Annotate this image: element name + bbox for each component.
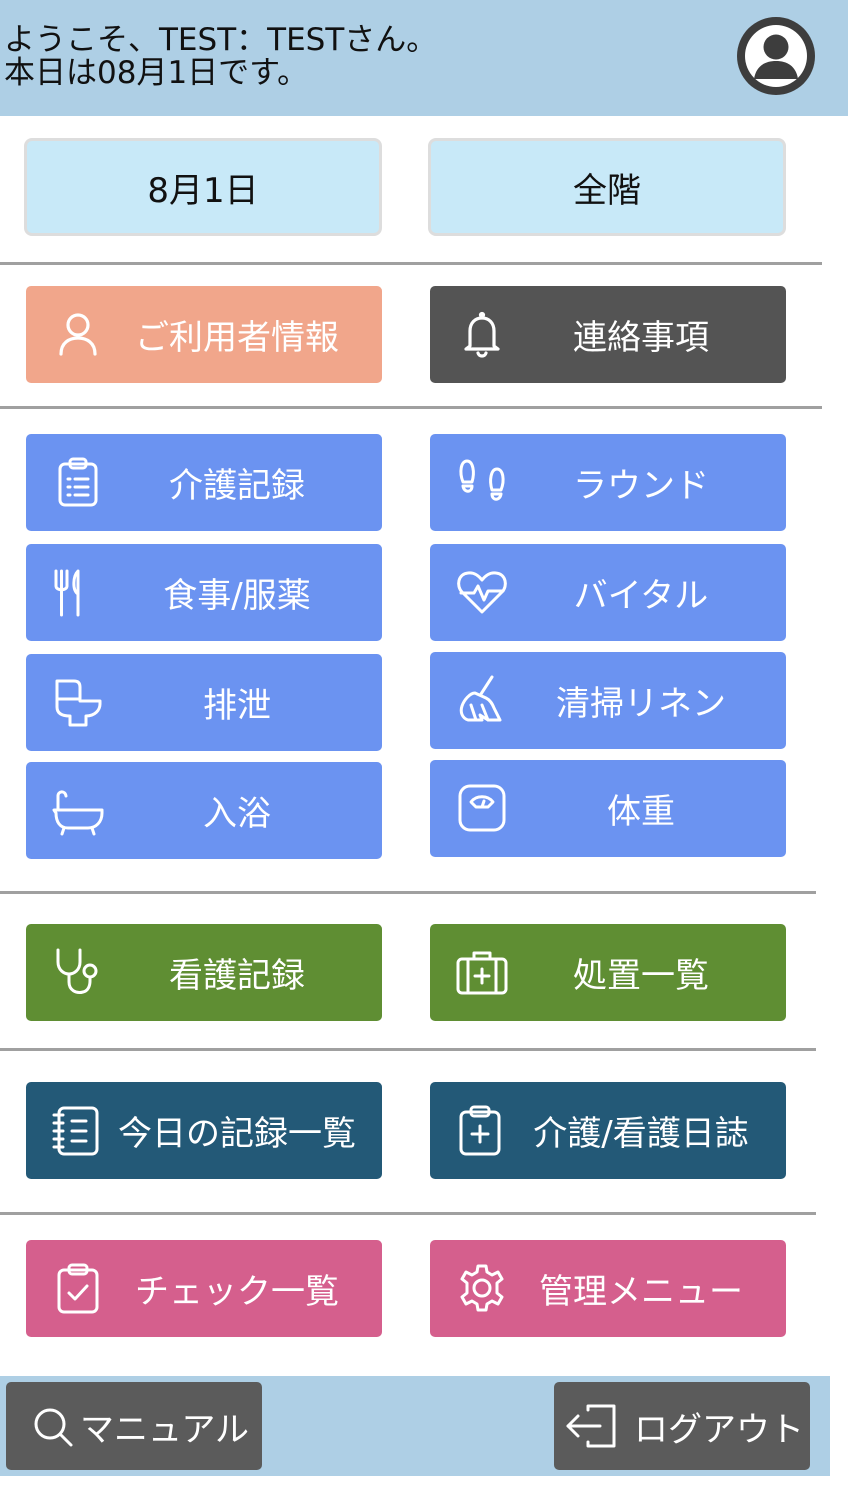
footprints-icon: [454, 454, 510, 510]
care-record-button[interactable]: 介護記録: [26, 434, 382, 531]
divider: [0, 406, 822, 409]
spiral-notebook-icon: [48, 1102, 104, 1158]
weight-label: 体重: [607, 792, 675, 832]
stethoscope-icon: [50, 944, 106, 1000]
clipboard-plus-icon: [452, 1102, 508, 1158]
divider: [0, 262, 822, 265]
clipboard-list-icon: [50, 454, 106, 510]
gear-icon: [454, 1260, 510, 1316]
floor-selector[interactable]: 全階: [428, 138, 786, 236]
heart-pulse-icon: [454, 564, 510, 620]
user-info-button[interactable]: ご利用者情報: [26, 286, 382, 383]
scale-icon: [454, 780, 510, 836]
user-info-label: ご利用者情報: [135, 318, 339, 358]
cleaning-linen-label: 清掃リネン: [556, 684, 726, 724]
check-list-button[interactable]: チェック一覧: [26, 1240, 382, 1337]
round-button[interactable]: ラウンド: [430, 434, 786, 531]
manual-button[interactable]: マニュアル: [6, 1382, 262, 1470]
meal-medication-label: 食事/服薬: [163, 576, 311, 616]
today-records-label: 今日の記録一覧: [118, 1114, 356, 1154]
person-icon: [50, 306, 106, 362]
bathing-label: 入浴: [203, 794, 271, 834]
bathing-button[interactable]: 入浴: [26, 762, 382, 859]
vital-label: バイタル: [573, 576, 709, 616]
footer-bar: マニュアル ログアウト: [0, 1376, 830, 1476]
notices-button[interactable]: 連絡事項: [430, 286, 786, 383]
app-header: ようこそ、TEST：TESTさん。 本日は08月1日です。: [0, 0, 848, 116]
care-record-label: 介護記録: [169, 466, 305, 506]
vital-button[interactable]: バイタル: [430, 544, 786, 641]
bathtub-icon: [50, 782, 106, 838]
manual-label: マニュアル: [80, 1409, 249, 1450]
care-nursing-diary-button[interactable]: 介護/看護日誌: [430, 1082, 786, 1179]
divider: [0, 1212, 816, 1215]
nursing-record-label: 看護記録: [169, 956, 305, 996]
floor-selector-label: 全階: [573, 170, 641, 211]
logout-label: ログアウト: [634, 1409, 804, 1450]
clipboard-check-icon: [50, 1260, 106, 1316]
divider: [0, 1048, 816, 1051]
greeting: ようこそ、TEST：TESTさん。 本日は08月1日です。: [4, 24, 437, 90]
treatment-list-label: 処置一覧: [573, 956, 709, 996]
excretion-label: 排泄: [203, 686, 271, 726]
check-list-label: チェック一覧: [135, 1272, 339, 1312]
treatment-list-button[interactable]: 処置一覧: [430, 924, 786, 1021]
admin-menu-button[interactable]: 管理メニュー: [430, 1240, 786, 1337]
meal-medication-button[interactable]: 食事/服薬: [26, 544, 382, 641]
logout-icon: [564, 1398, 620, 1454]
care-nursing-diary-label: 介護/看護日誌: [533, 1114, 749, 1154]
greeting-line-welcome: ようこそ、TEST：TESTさん。: [4, 22, 438, 58]
excretion-button[interactable]: 排泄: [26, 654, 382, 751]
logout-button[interactable]: ログアウト: [554, 1382, 810, 1470]
search-icon: [26, 1398, 82, 1454]
divider: [0, 891, 816, 894]
greeting-line-date: 本日は08月1日です。: [4, 55, 309, 91]
round-label: ラウンド: [573, 466, 709, 506]
toilet-icon: [50, 674, 106, 730]
broom-icon: [454, 672, 510, 728]
admin-menu-label: 管理メニュー: [539, 1272, 743, 1312]
bell-icon: [454, 306, 510, 362]
date-selector[interactable]: 8月1日: [24, 138, 382, 236]
fork-knife-icon: [50, 564, 106, 620]
today-records-button[interactable]: 今日の記録一覧: [26, 1082, 382, 1179]
notices-label: 連絡事項: [573, 318, 709, 358]
cleaning-linen-button[interactable]: 清掃リネン: [430, 652, 786, 749]
weight-button[interactable]: 体重: [430, 760, 786, 857]
medical-kit-icon: [454, 944, 510, 1000]
date-selector-label: 8月1日: [147, 170, 259, 211]
user-avatar-icon[interactable]: [737, 17, 815, 95]
nursing-record-button[interactable]: 看護記録: [26, 924, 382, 1021]
